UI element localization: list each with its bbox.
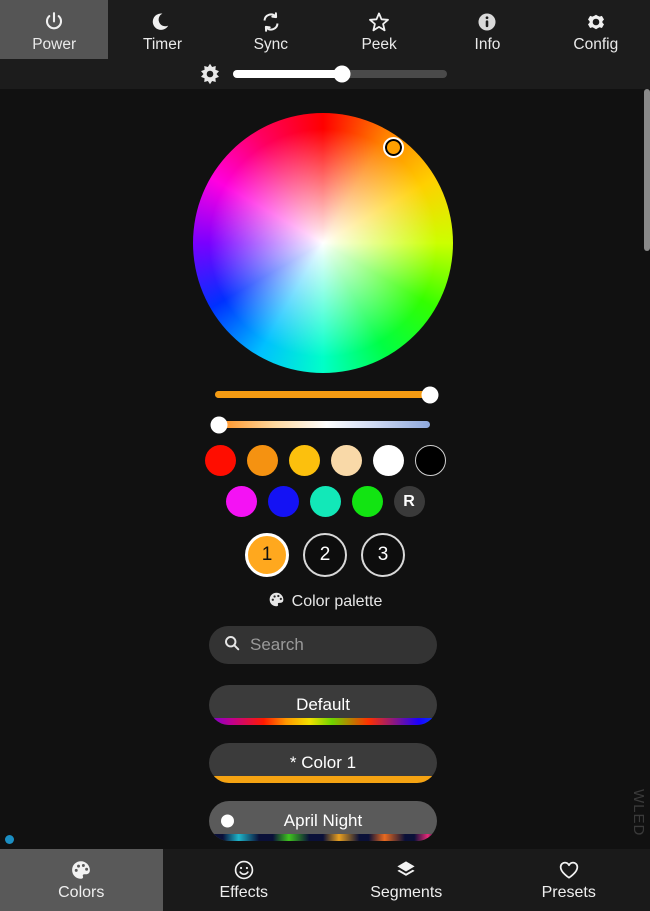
brightness-slider[interactable] <box>233 65 447 83</box>
bottom-navigation: Colors Effects Segments Presets <box>0 849 650 911</box>
swatch-white[interactable] <box>372 445 404 476</box>
brightness-icon <box>199 63 221 85</box>
palette-search-box[interactable] <box>209 626 437 664</box>
swatch-red[interactable] <box>204 445 236 476</box>
heart-icon <box>558 859 580 881</box>
power-icon <box>42 10 66 34</box>
quick-color-swatches: R <box>0 445 650 527</box>
swatch-row-secondary: R <box>0 486 650 517</box>
top-button-power[interactable]: Power <box>0 0 109 59</box>
top-button-peek[interactable]: Peek <box>325 0 433 59</box>
value-slider[interactable] <box>215 386 439 403</box>
palette-item-label: * Color 1 <box>289 753 357 772</box>
palette-item-gradient <box>209 718 437 725</box>
top-button-timer[interactable]: Timer <box>108 0 216 59</box>
palette-item[interactable]: * Color 1 <box>209 743 437 783</box>
value-slider-fill <box>215 391 430 398</box>
top-button-timer-label: Timer <box>142 36 182 53</box>
color-wheel-disc[interactable] <box>193 113 453 373</box>
swatch-turquoise[interactable] <box>309 486 341 517</box>
gear-icon <box>584 10 608 34</box>
top-toolbar: Power Timer Sync Peek Info Config <box>0 0 650 59</box>
search-icon <box>223 634 241 657</box>
top-button-sync[interactable]: Sync <box>217 0 325 59</box>
color-slot-2[interactable]: 2 <box>303 533 347 577</box>
color-wheel-marker[interactable] <box>383 136 405 158</box>
palette-list: Default * Color 1 April Night <box>209 685 437 849</box>
nav-button-segments-label: Segments <box>370 883 443 901</box>
color-palette-heading-label: Color palette <box>291 593 383 610</box>
swatch-black[interactable] <box>414 445 446 476</box>
color-slot-1-label: 1 <box>261 544 273 565</box>
top-button-sync-label: Sync <box>253 36 289 53</box>
nav-button-segments[interactable]: Segments <box>325 849 488 911</box>
colors-panel: R 1 2 3 Color palette Search Default * C… <box>0 89 650 849</box>
nav-button-colors-label: Colors <box>58 883 105 901</box>
color-slot-2-label: 2 <box>319 544 331 565</box>
color-slot-1[interactable]: 1 <box>245 533 289 577</box>
brightness-slider-knob[interactable] <box>333 65 351 83</box>
swatch-magenta[interactable] <box>225 486 257 517</box>
vertical-scrollbar[interactable] <box>644 89 650 251</box>
layers-icon <box>395 859 417 881</box>
palette-selected-dot <box>221 814 234 828</box>
brightness-slider-fill <box>233 70 343 78</box>
color-wheel[interactable] <box>193 113 453 373</box>
top-button-power-label: Power <box>32 36 77 53</box>
palette-item[interactable]: April Night <box>209 801 437 841</box>
color-temperature-slider[interactable] <box>210 416 430 433</box>
color-temperature-slider-track <box>215 421 430 428</box>
wled-app: Power Timer Sync Peek Info Config R 1 2 … <box>0 0 650 911</box>
color-slot-selector: 1 2 3 <box>0 533 650 577</box>
top-button-config-label: Config <box>573 36 619 53</box>
top-button-peek-label: Peek <box>361 36 397 53</box>
swatch-amber[interactable] <box>288 445 320 476</box>
swatch-orange[interactable] <box>246 445 278 476</box>
color-slot-3-label: 3 <box>377 544 389 565</box>
color-palette-heading: Color palette <box>0 591 650 613</box>
info-icon <box>476 10 498 34</box>
smiley-icon <box>233 859 255 881</box>
nav-button-effects[interactable]: Effects <box>163 849 326 911</box>
palette-item-gradient <box>209 776 437 783</box>
top-button-config[interactable]: Config <box>542 0 650 59</box>
palette-icon <box>70 859 92 881</box>
nav-button-presets[interactable]: Presets <box>488 849 650 911</box>
brightness-bar <box>0 59 650 89</box>
swatch-row-primary <box>0 445 650 476</box>
swatch-random[interactable]: R <box>393 486 425 517</box>
nav-button-colors[interactable]: Colors <box>0 849 163 911</box>
swatch-green[interactable] <box>351 486 383 517</box>
nav-button-presets-label: Presets <box>541 883 596 901</box>
top-button-info-label: Info <box>474 36 501 53</box>
palette-item[interactable]: Default <box>209 685 437 725</box>
palette-icon <box>268 591 285 613</box>
palette-item-label: April Night <box>283 811 363 830</box>
palette-item-gradient <box>209 834 437 841</box>
color-temperature-slider-knob[interactable] <box>210 416 228 433</box>
connection-status-dot <box>5 835 14 844</box>
sync-icon <box>259 10 283 34</box>
color-slot-3[interactable]: 3 <box>361 533 405 577</box>
swatch-blue[interactable] <box>267 486 299 517</box>
moon-icon <box>150 10 174 34</box>
star-icon <box>367 10 391 34</box>
top-button-info[interactable]: Info <box>433 0 541 59</box>
nav-button-effects-label: Effects <box>219 883 269 901</box>
search-input[interactable] <box>250 635 420 655</box>
value-slider-knob[interactable] <box>421 386 439 403</box>
wled-watermark: WLED <box>630 789 647 837</box>
palette-item-label: Default <box>296 695 350 714</box>
swatch-warm-white[interactable] <box>330 445 362 476</box>
